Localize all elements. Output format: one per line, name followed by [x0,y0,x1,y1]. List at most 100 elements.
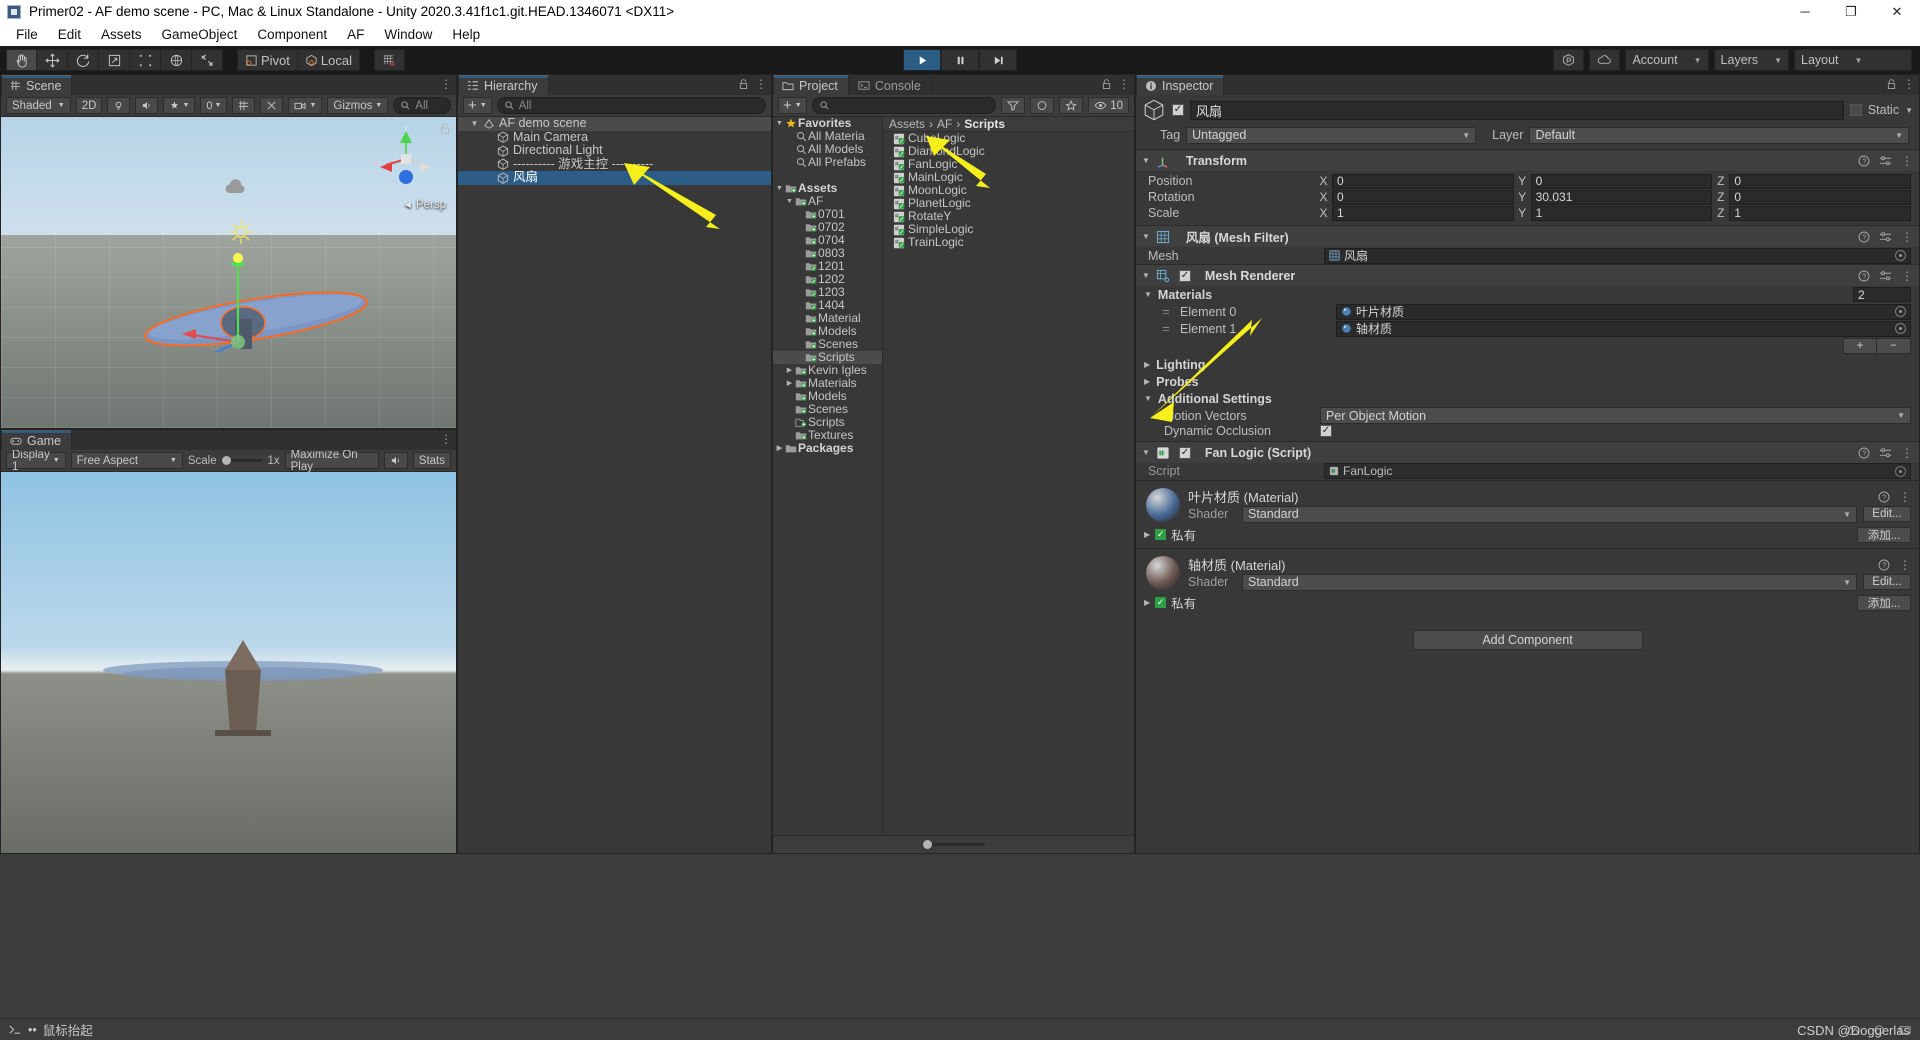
mesh-renderer-enabled-checkbox[interactable]: ✓ [1178,269,1191,282]
aspect-dropdown[interactable]: Free Aspect ▼ [70,452,183,469]
tab-game[interactable]: Game [1,430,73,450]
project-add-button[interactable]: + ▼ [778,97,807,114]
project-tree-item[interactable]: ▼ Assets [773,182,882,195]
material-picker-icon[interactable] [1895,323,1906,334]
move-tool-button[interactable] [37,49,68,71]
menu-assets[interactable]: Assets [91,25,152,44]
preset-icon[interactable] [1879,270,1892,282]
scene-grid-icon[interactable] [232,97,256,114]
hierarchy-lock-icon[interactable] [739,78,748,90]
component-menu-icon[interactable]: ⋮ [1901,154,1913,168]
scene-search-input[interactable]: All [393,97,451,114]
services-icon[interactable] [1553,49,1585,71]
scale-x-input[interactable]: 1 [1332,205,1514,221]
project-lock-icon[interactable] [1102,78,1111,90]
shader-dropdown[interactable]: Standard ▼ [1242,505,1857,523]
position-z-input[interactable]: 0 [1729,173,1912,189]
hand-tool-button[interactable] [6,49,37,71]
project-filter-icon[interactable] [1001,97,1026,114]
hierarchy-search-input[interactable]: All [496,97,766,114]
hierarchy-tree[interactable]: ▼ AF demo scene Main Camera Directional Lig… [458,117,771,853]
object-enabled-checkbox[interactable]: ✓ [1172,104,1184,116]
project-tree-item[interactable]: ▶ Packages [773,442,882,455]
layer-dropdown[interactable]: Default ▼ [1529,126,1909,144]
project-type-filter-icon[interactable] [1030,97,1055,114]
mesh-object-field[interactable]: 风扇 [1324,247,1911,264]
material-element-field[interactable]: 轴材质 [1336,320,1911,337]
tab-scene[interactable]: Scene [1,75,73,95]
shading-mode-dropdown[interactable]: Shaded ▼ [6,97,71,114]
material-picker-icon[interactable] [1895,306,1906,317]
foldout-arrow[interactable]: ▼ [1142,232,1150,241]
rotation-y-input[interactable]: 30.031 [1530,189,1713,205]
foldout-arrow-collapsed[interactable]: ▶ [1144,530,1150,539]
mute-audio-button[interactable] [383,452,408,469]
project-zoom-slider[interactable] [922,840,985,849]
game-menu-icon[interactable]: ⋮ [440,432,452,446]
foldout-arrow[interactable]: ▼ [1144,290,1152,299]
tree-arrow-icon[interactable]: ▼ [775,117,784,130]
breadcrumb-assets[interactable]: Assets [889,117,925,131]
tree-arrow-icon[interactable]: ▶ [785,364,794,377]
help-icon[interactable]: ? [1858,270,1870,282]
transform-tool-button[interactable] [161,49,192,71]
add-material-button[interactable]: + [1843,338,1877,354]
help-icon[interactable]: ? [1858,447,1870,459]
stats-button[interactable]: Stats [412,452,451,469]
fan-logic-header[interactable]: ▼ ✓ Fan Logic (Script) ? ⋮ [1136,442,1919,463]
foldout-arrow-collapsed[interactable]: ▶ [1144,377,1150,386]
foldout-arrow[interactable]: ▼ [1142,448,1150,457]
play-button[interactable] [903,49,941,71]
display-dropdown[interactable]: Display 1 ▼ [6,449,66,473]
toggle-2d-button[interactable]: 2D [75,97,103,114]
private-checkbox[interactable]: ✓ [1155,597,1167,608]
tab-inspector[interactable]: Inspector [1136,75,1225,95]
drag-handle-icon[interactable]: = [1158,305,1174,319]
lighting-foldout[interactable]: ▶ Lighting [1136,356,1919,373]
grid-snap-icon[interactable] [373,49,405,71]
object-name-input[interactable]: 风扇 [1190,100,1844,120]
hierarchy-add-button[interactable]: + ▼ [463,97,492,114]
project-search-input[interactable] [811,97,997,114]
menu-edit[interactable]: Edit [48,25,91,44]
scene-camera-dropdown[interactable]: ▼ [288,97,323,114]
minimize-button[interactable]: ─ [1782,0,1828,23]
scene-fx-dropdown[interactable]: ▼ [163,97,196,114]
tab-project[interactable]: Project [773,75,849,95]
probes-foldout[interactable]: ▶ Probes [1136,373,1919,390]
rotation-z-input[interactable]: 0 [1729,189,1912,205]
component-menu-icon[interactable]: ⋮ [1901,446,1913,460]
foldout-arrow[interactable]: ▼ [1144,394,1152,403]
script-picker-icon[interactable] [1895,465,1906,477]
mesh-renderer-header[interactable]: ▼ ✓ Mesh Renderer ? ⋮ [1136,265,1919,286]
breadcrumb-af[interactable]: AF [937,117,952,131]
component-menu-icon[interactable]: ⋮ [1899,558,1911,572]
menu-file[interactable]: File [6,25,48,44]
scene-projection-label[interactable]: ◄ Persp [403,199,446,211]
shader-edit-button[interactable]: Edit... [1863,574,1911,590]
help-icon[interactable]: ? [1858,231,1870,243]
add-button[interactable]: 添加... [1857,526,1911,543]
breadcrumb-scripts[interactable]: Scripts [964,117,1005,131]
add-component-button[interactable]: Add Component [1412,630,1643,650]
project-favorite-icon[interactable] [1059,97,1084,114]
foldout-arrow-collapsed[interactable]: ▶ [1144,360,1150,369]
materials-count-field[interactable]: 2 [1853,287,1911,302]
transform-header[interactable]: ▼ Transform ? ⋮ [1136,150,1919,171]
scene-lighting-icon[interactable] [107,97,131,114]
mesh-filter-header[interactable]: ▼ 风扇 (Mesh Filter) ? ⋮ [1136,226,1919,247]
help-icon[interactable]: ? [1858,155,1870,167]
static-checkbox[interactable] [1849,104,1862,116]
menu-window[interactable]: Window [374,25,442,44]
foldout-arrow[interactable]: ▼ [1142,156,1150,165]
shader-dropdown[interactable]: Standard ▼ [1242,573,1857,591]
material-element-field[interactable]: 叶片材质 [1336,303,1911,320]
close-button[interactable]: ✕ [1874,0,1920,23]
tag-dropdown[interactable]: Untagged ▼ [1186,126,1477,144]
inspector-lock-icon[interactable] [1887,78,1896,90]
maximize-button[interactable]: ❐ [1828,0,1874,23]
foldout-arrow[interactable]: ▼ [1142,271,1150,280]
project-file-item[interactable]: TrainLogic [883,236,1134,249]
tree-arrow-icon[interactable]: ▶ [775,442,784,455]
hierarchy-row[interactable]: ---------- 游戏主控 ---------- [458,157,771,172]
